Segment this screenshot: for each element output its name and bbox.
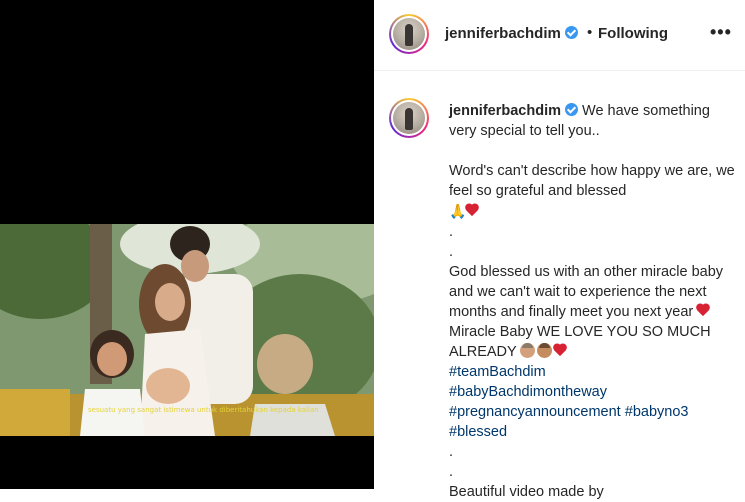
- baby-face-icon: [520, 343, 536, 358]
- caption-line-4: Beautiful video made by: [449, 484, 604, 500]
- follow-separator: •: [587, 24, 593, 41]
- post-media[interactable]: sesuatu yang sangat istimewa untuk diber…: [0, 0, 374, 489]
- caption-line-3b: Miracle Baby WE LOVE YOU SO MUCH ALREADY: [449, 324, 711, 360]
- hashtag-link[interactable]: #blessed: [449, 424, 507, 440]
- header-username-text[interactable]: jenniferbachdim: [445, 25, 561, 42]
- caption-verified-badge-icon: [565, 103, 578, 116]
- caption-line-3: God blessed us with an other miracle bab…: [449, 264, 724, 320]
- hashtag-link[interactable]: #teamBachdim: [449, 364, 546, 380]
- video-subtitle: sesuatu yang sangat istimewa untuk diber…: [88, 406, 319, 414]
- caption-dot-3: .: [449, 444, 454, 460]
- verified-badge-icon: [564, 26, 578, 39]
- family-photo: [0, 224, 374, 436]
- caption-avatar[interactable]: [389, 98, 429, 138]
- caption-username[interactable]: jenniferbachdim: [449, 103, 561, 119]
- caption-dot-1: .: [449, 224, 454, 240]
- caption-dot-4: .: [449, 464, 454, 480]
- caption-dot-2: .: [449, 244, 454, 260]
- folded-hands-icon: 🙏: [449, 203, 467, 219]
- red-heart-icon: [466, 204, 480, 217]
- profile-avatar[interactable]: [389, 14, 429, 54]
- red-heart-icon: [554, 344, 568, 357]
- header-username[interactable]: jenniferbachdim: [445, 25, 578, 42]
- post-caption: jenniferbachdim We have something very s…: [449, 101, 739, 502]
- girl-face-icon: [537, 343, 553, 358]
- hashtag-link[interactable]: #babyno3: [625, 404, 689, 420]
- video-frame[interactable]: sesuatu yang sangat istimewa untuk diber…: [0, 224, 374, 436]
- post-header: jenniferbachdim • Following •••: [374, 0, 745, 71]
- post-side-panel: jenniferbachdim • Following ••• jennifer…: [374, 0, 745, 500]
- caption-line-2: Word's can't describe how happy we are, …: [449, 163, 735, 199]
- hashtag-link[interactable]: #pregnancyannouncement: [449, 404, 621, 420]
- following-button[interactable]: Following: [598, 25, 668, 42]
- hashtag-link[interactable]: #babyBachdimontheway: [449, 384, 607, 400]
- more-options-icon[interactable]: •••: [710, 22, 732, 43]
- red-heart-icon: [697, 304, 711, 317]
